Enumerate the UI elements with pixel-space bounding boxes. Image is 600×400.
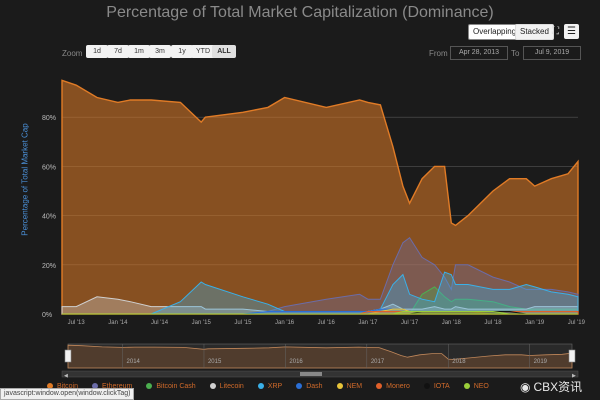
legend-item-neo[interactable]: NEO <box>463 380 489 392</box>
navigator: 2014 2015 2016 2017 2018 2019◀ ▶ <box>61 343 579 379</box>
x-tick-label: Jan '18 <box>442 320 462 326</box>
x-tick-label: Jan '15 <box>192 320 212 326</box>
legend-marker <box>463 383 470 389</box>
x-tick-label: Jul '14 <box>151 320 169 326</box>
svg-text:◀: ◀ <box>64 373 68 379</box>
navigator-year-label: 2017 <box>371 359 385 365</box>
legend-label: XRP <box>267 382 283 390</box>
legend-label: NEO <box>473 382 489 390</box>
y-tick-label: 40% <box>42 214 56 221</box>
scrollbar-thumb <box>300 372 322 376</box>
navigator-year-label: 2016 <box>289 359 303 365</box>
x-tick-label: Jul '13 <box>68 320 86 326</box>
legend-item-dash[interactable]: Dash <box>296 380 323 392</box>
legend-marker <box>336 383 343 389</box>
x-tick-label: Jan '19 <box>525 320 545 326</box>
watermark-text: CBX资讯 <box>533 380 583 394</box>
y-tick-label: 20% <box>42 263 56 270</box>
navigator-left-handle[interactable] <box>64 349 72 363</box>
x-tick-label: Jul '16 <box>318 320 336 326</box>
legend-marker <box>209 383 216 389</box>
navigator-year-label: 2015 <box>208 359 222 365</box>
x-tick-label: Jul '15 <box>234 320 252 326</box>
legend-label: Monero <box>386 382 410 390</box>
legend-item-nem[interactable]: NEM <box>336 380 363 392</box>
legend-marker <box>376 383 383 389</box>
legend-marker <box>423 383 430 389</box>
legend-item-monero[interactable]: Monero <box>376 380 410 392</box>
navigator-year-label: 2014 <box>127 359 141 365</box>
y-tick-label: 80% <box>42 115 56 122</box>
legend-item-litecoin[interactable]: Litecoin <box>209 380 244 392</box>
dominance-chart[interactable]: 0% 20% 40% 60% 80% Jul '13 Jan '14 Jul '14 Jan … <box>0 0 600 400</box>
legend-item-iota[interactable]: IOTA <box>423 380 450 392</box>
legend-item-xrp[interactable]: XRP <box>257 380 283 392</box>
weibo-icon: ◉ <box>520 379 531 394</box>
x-tick-label: Jan '17 <box>358 320 378 326</box>
x-tick-label: Jan '14 <box>108 320 128 326</box>
legend-marker <box>146 383 153 389</box>
legend-marker <box>257 383 264 389</box>
y-tick-label: 60% <box>42 164 56 171</box>
watermark: ◉ CBX资讯 <box>520 378 582 395</box>
legend-label: Bitcoin Cash <box>156 382 196 390</box>
navigator-year-label: 2019 <box>534 359 548 365</box>
legend-label: Dash <box>306 382 323 390</box>
navigator-right-handle[interactable] <box>568 349 576 363</box>
x-tick-label: Jul '18 <box>484 320 502 326</box>
y-tick-label: 0% <box>42 312 52 319</box>
legend-marker <box>296 383 303 389</box>
legend-label: NEM <box>346 382 363 390</box>
legend-label: IOTA <box>433 382 450 390</box>
navigator-year-label: 2018 <box>452 359 466 365</box>
legend-label: Litecoin <box>219 382 244 390</box>
x-tick-label: Jan '16 <box>275 320 295 326</box>
x-tick-label: Jul '19 <box>568 320 586 326</box>
x-tick-label: Jul '17 <box>401 320 419 326</box>
legend-item-bitcoin-cash[interactable]: Bitcoin Cash <box>146 380 196 392</box>
browser-status-bar: javascript:window.open(window.clickTag) <box>0 388 135 400</box>
